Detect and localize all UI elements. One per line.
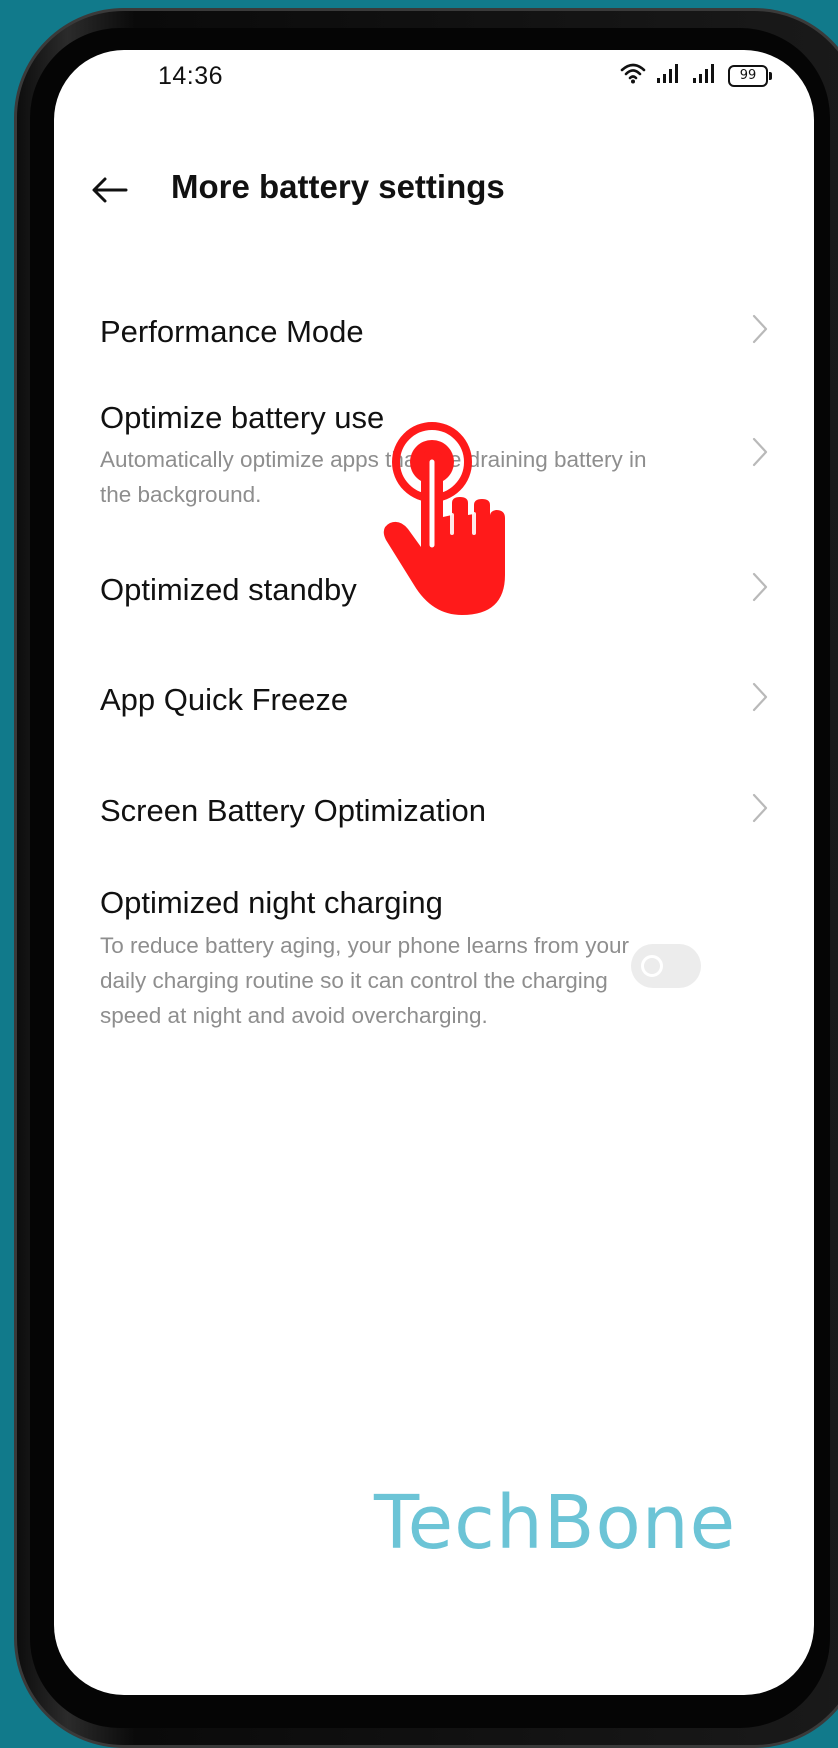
page-header: More battery settings	[54, 150, 814, 230]
chevron-right-icon	[748, 435, 772, 469]
setting-screen-battery-optimization[interactable]: Screen Battery Optimization	[54, 761, 814, 861]
setting-title: Screen Battery Optimization	[100, 793, 486, 828]
setting-title: App Quick Freeze	[100, 682, 349, 717]
battery-icon: 99	[728, 64, 772, 87]
setting-app-quick-freeze[interactable]: App Quick Freeze	[54, 650, 814, 750]
setting-title: Optimize battery use	[100, 400, 385, 435]
setting-optimized-night-charging: Optimized night charging To reduce batte…	[54, 870, 814, 1070]
setting-subtitle: To reduce battery aging, your phone lear…	[100, 933, 630, 1028]
watermark-logo: TechBone	[374, 1480, 737, 1566]
tap-hand-icon	[374, 415, 514, 615]
chevron-right-icon	[748, 312, 772, 346]
back-button[interactable]	[84, 164, 136, 216]
arrow-left-icon	[92, 177, 128, 203]
setting-performance-mode[interactable]: Performance Mode	[54, 282, 814, 372]
chevron-right-icon	[748, 791, 772, 825]
wifi-icon	[620, 62, 646, 89]
chevron-right-icon	[748, 570, 772, 604]
chevron-right-icon	[748, 680, 772, 714]
setting-title: Performance Mode	[100, 314, 364, 349]
night-charging-toggle[interactable]	[631, 944, 701, 988]
status-icons: 99	[620, 62, 772, 89]
setting-title: Optimized standby	[100, 572, 357, 607]
signal-icon	[692, 62, 718, 89]
status-bar: 14:36 99	[54, 50, 814, 110]
signal-icon	[656, 62, 682, 89]
phone-screen: 14:36 99 More battery settings Performan…	[54, 50, 814, 1695]
setting-title: Optimized night charging	[100, 885, 443, 920]
toggle-knob	[641, 955, 663, 977]
page-title: More battery settings	[171, 168, 505, 205]
status-time: 14:36	[158, 62, 224, 90]
